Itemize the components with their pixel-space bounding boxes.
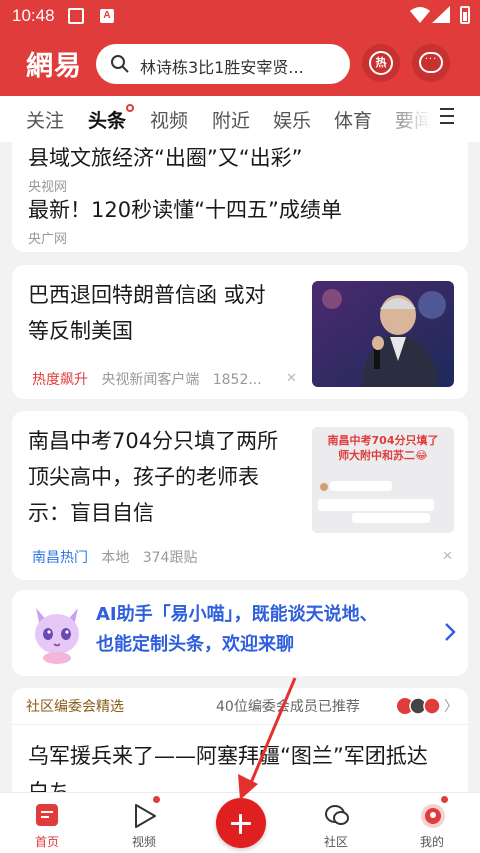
news-title-line: 顶尖高中，孩子的老师表 xyxy=(28,465,259,489)
news-title-line: 示：盲目自信 xyxy=(28,501,154,525)
status-bar: 10:48 A xyxy=(0,0,480,32)
channel-menu-icon[interactable] xyxy=(440,108,456,126)
dismiss-icon[interactable]: ✕ xyxy=(286,371,297,386)
chevron-right-icon xyxy=(445,623,456,641)
ai-assistant-card[interactable]: AI助手「易小喵」，既能谈天说地、 也能定制头条，欢迎来聊 xyxy=(12,590,468,676)
local-hot-tag: 南昌热门 xyxy=(32,550,88,566)
message-button[interactable]: ··· xyxy=(412,44,450,82)
news-title-line: 巴西退回特朗普信函 或对 xyxy=(28,283,266,307)
community-chat-icon xyxy=(325,805,349,825)
profile-avatar-icon xyxy=(421,804,445,828)
dismiss-icon[interactable]: ✕ xyxy=(442,549,453,564)
publish-plus-button[interactable] xyxy=(216,798,266,848)
news-source: 央视新闻客户端 xyxy=(101,372,200,388)
video-play-icon xyxy=(135,804,156,828)
signal-icon xyxy=(432,6,450,23)
notification-icon xyxy=(68,8,84,24)
news-card[interactable]: 南昌中考704分只填了两所 顶尖高中，孩子的老师表 示：盲目自信 南昌热门 本地… xyxy=(12,411,468,580)
news-meta: 南昌热门 本地 374跟贴 xyxy=(32,547,197,567)
new-dot-icon xyxy=(126,104,135,112)
thumbnail-caption-line: 南昌中考704分只填了 xyxy=(327,434,439,447)
nav-label: 我的 xyxy=(419,835,444,849)
chat-bubble-icon: ··· xyxy=(419,52,443,73)
new-badge-icon xyxy=(152,795,161,804)
community-card[interactable]: 社区编委会精选 40位编委会成员已推荐 〉 乌军援兵来了——阿塞拜疆“图兰”军团… xyxy=(12,688,468,808)
nav-profile[interactable]: 我的 xyxy=(402,793,462,853)
app-notification-icon: A xyxy=(100,9,114,23)
news-source: 央广网 xyxy=(28,232,68,247)
hot-icon: 热 xyxy=(369,51,393,75)
news-title[interactable]: 最新！120秒读懂“十四五”成绩单 xyxy=(28,192,342,228)
nav-label: 首页 xyxy=(34,835,59,849)
divider xyxy=(12,724,468,725)
news-location: 本地 xyxy=(101,550,130,566)
thumbnail-caption: 南昌中考704分只填了 师大附中和苏二😂 xyxy=(316,433,450,463)
ai-mascot-icon xyxy=(35,608,79,664)
tab-sports[interactable]: 体育 xyxy=(334,106,372,133)
trending-tag: 热度飙升 xyxy=(32,372,88,388)
search-placeholder: 林诗栋3比1胜安宰贤... xyxy=(140,58,304,77)
news-meta: 热度飙升 央视新闻客户端 1852... xyxy=(32,369,262,389)
community-title-line: 乌军援兵来了——阿塞拜疆“图兰”军团抵达 xyxy=(28,744,428,768)
news-title-line: 等反制美国 xyxy=(28,319,133,343)
tab-headlines-label: 头条 xyxy=(88,110,127,132)
community-header-label: 社区编委会精选 xyxy=(26,699,124,715)
news-thumbnail: 南昌中考704分只填了 师大附中和苏二😂 xyxy=(312,427,454,533)
wifi-icon xyxy=(410,7,430,23)
tab-entertainment[interactable]: 娱乐 xyxy=(273,106,311,133)
search-icon xyxy=(111,55,129,73)
status-time: 10:48 xyxy=(12,6,55,25)
recommend-count: 40位编委会成员已推荐 xyxy=(216,699,360,715)
chevron-right-icon[interactable]: 〉 xyxy=(444,696,458,716)
hot-button[interactable]: 热 xyxy=(362,44,400,82)
tab-nearby[interactable]: 附近 xyxy=(212,106,250,133)
nav-community[interactable]: 社区 xyxy=(306,793,366,853)
tab-video[interactable]: 视频 xyxy=(150,106,188,133)
tab-headlines[interactable]: 头条 xyxy=(88,104,135,133)
ai-line: AI助手「易小喵」，既能谈天说地、 xyxy=(96,604,378,625)
editor-avatars xyxy=(397,697,441,715)
nav-home[interactable]: 首页 xyxy=(17,793,77,853)
app-header: 10:48 A 網易 林诗栋3比1胜安宰贤... 热 ··· xyxy=(0,0,480,96)
nav-video[interactable]: 视频 xyxy=(114,793,174,853)
ai-line: 也能定制头条，欢迎来聊 xyxy=(96,634,294,655)
news-thumbnail xyxy=(312,281,454,387)
nav-label: 社区 xyxy=(323,835,348,849)
home-icon xyxy=(36,804,58,826)
news-card[interactable]: 巴西退回特朗普信函 或对 等反制美国 热度飙升 央视新闻客户端 1852... … xyxy=(12,265,468,399)
news-title[interactable]: 县域文旅经济“出圈”又“出彩” xyxy=(28,140,303,176)
nav-label: 视频 xyxy=(131,835,156,849)
tab-follow[interactable]: 关注 xyxy=(26,106,64,133)
follow-count: 1852... xyxy=(212,372,262,388)
new-badge-icon xyxy=(440,795,449,804)
comment-count: 374跟贴 xyxy=(142,550,198,566)
battery-icon xyxy=(460,6,470,24)
netease-logo[interactable]: 網易 xyxy=(26,44,82,83)
news-card-list: 县域文旅经济“出圈”又“出彩” 央视网 最新！120秒读懂“十四五”成绩单 央广… xyxy=(12,136,468,252)
search-bar[interactable]: 林诗栋3比1胜安宰贤... xyxy=(96,44,350,84)
thumbnail-caption-line: 师大附中和苏二😂 xyxy=(338,449,428,462)
ai-assistant-text: AI助手「易小喵」，既能谈天说地、 也能定制头条，欢迎来聊 xyxy=(96,600,378,660)
news-title-line: 南昌中考704分只填了两所 xyxy=(28,429,279,453)
